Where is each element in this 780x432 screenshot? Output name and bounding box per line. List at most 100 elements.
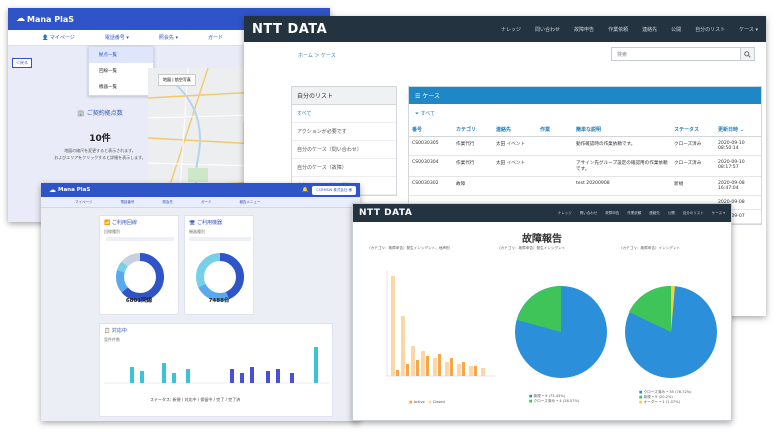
cloud-logo-icon: ☁ xyxy=(16,14,25,24)
nav-item-report[interactable]: 報告メニュー xyxy=(239,200,260,205)
menu-work[interactable]: 作業依頼 xyxy=(627,211,641,216)
col-number[interactable]: 番号 xyxy=(409,123,453,137)
ntt-logo: NTT DATA xyxy=(252,21,328,37)
dropdown-item-sites[interactable]: 拠点一覧 xyxy=(89,47,153,63)
nav-item-mypage[interactable]: 👤 マイページ xyxy=(42,34,75,41)
manaplas-logo: Mana PlaS xyxy=(58,187,91,193)
mylist-item-inquiry[interactable]: 自分のケース（問い合わせ） xyxy=(292,141,396,159)
search-icon[interactable] xyxy=(740,48,754,60)
menu-failure[interactable]: 故障申告 xyxy=(574,26,594,33)
chart1-title: 〈カテゴリ：故障申告〉発生インシデント、地声別 xyxy=(367,246,450,250)
menu-contact[interactable]: 連絡先 xyxy=(649,211,660,216)
search-input[interactable]: 検索 xyxy=(611,47,755,61)
mylist-panel: 自分のリスト すべて アクションが必要です 自分のケース（問い合わせ） 自分のケ… xyxy=(291,86,397,196)
chart3-title: 〈カテゴリ：故障申告〉インシデント xyxy=(619,246,681,250)
col-updated[interactable]: 更新日時 ⌄ xyxy=(715,123,761,137)
status-new: 新規 xyxy=(172,397,181,402)
cell-category: 作業代行 xyxy=(453,136,493,156)
menu-public[interactable]: 公開 xyxy=(668,211,675,216)
status-label: ステータス xyxy=(150,397,170,402)
filter-row[interactable]: ⏷ すべて xyxy=(409,104,761,123)
nav-item-guard[interactable]: ガード xyxy=(201,200,212,205)
user-badge[interactable]: CCRMSW 株式会社 様 xyxy=(312,185,356,195)
dropdown-item-lines[interactable]: 回線一覧 xyxy=(89,63,153,79)
status-done: 完了 xyxy=(216,397,225,402)
menu-case[interactable]: ケース ▾ xyxy=(712,211,725,216)
map-type-toggle[interactable]: 地図 | 航空写真 xyxy=(158,74,196,86)
menu-work[interactable]: 作業依頼 xyxy=(608,26,628,33)
ntt-menu: ナレッジ 問い合わせ 故障申告 作業依頼 連絡先 公開 自分のリスト ケース ▾ xyxy=(501,16,758,42)
mylist-item-failure[interactable]: 自分のケース（故障） xyxy=(292,159,396,177)
menu-inquiry[interactable]: 問い合わせ xyxy=(580,211,598,216)
menu-mylist[interactable]: 自分のリスト xyxy=(683,211,704,216)
chart1-bars xyxy=(386,271,495,377)
nav-item-contact[interactable]: 照会先 xyxy=(162,200,173,205)
devices-card-title: 🖥 ご利用機器 xyxy=(189,220,222,226)
chart2-legend: ■ 新規 • 9 (73.43%) ■ クローズ済み • 4 (26.57%) xyxy=(529,394,580,403)
ntt-report-window: NTT DATA ナレッジ 問い合わせ 故障申告 作業依頼 連絡先 公開 自分の… xyxy=(352,203,732,421)
cell-work xyxy=(537,176,573,196)
menu-failure[interactable]: 故障申告 xyxy=(605,211,619,216)
status-in-progress: 対応中 xyxy=(184,397,197,402)
contract-note: 地図の縮尺を変更すると表示されます。 xyxy=(64,148,136,153)
chart2-pie xyxy=(515,286,607,378)
cell-contact: 太田 イベント xyxy=(493,155,537,177)
col-category[interactable]: カテゴリ xyxy=(453,123,493,137)
menu-public[interactable]: 公開 xyxy=(671,26,681,33)
menu-knowledge[interactable]: ナレッジ xyxy=(558,211,572,216)
chart3-pie xyxy=(625,285,717,378)
menu-inquiry[interactable]: 問い合わせ xyxy=(535,26,560,33)
composite-screenshot: ☁ Mana PlaS 👤 マイページ 電話番号 ▾ 照会先 ▾ ガード ＜戻る… xyxy=(0,0,780,432)
open-cases-card: 📋 対応中 案件件数 ステータス: 新規 / 対応中 / 保留中 / 完了 / … xyxy=(99,323,333,417)
case-header: ☰ ケース xyxy=(409,87,761,104)
table-row[interactable]: CS0030305 作業代行 太田 イベント 動作確認時の作業依頼です。 クローズ済み 2… xyxy=(409,136,761,156)
nav-item-guard[interactable]: ガード xyxy=(208,34,223,41)
nav-item-contact[interactable]: 照会先 ▾ xyxy=(159,34,178,41)
bell-icon[interactable]: 🔔 xyxy=(302,187,308,193)
menu-case[interactable]: ケース ▾ xyxy=(739,26,758,33)
mylist-item-action[interactable]: アクションが必要です xyxy=(292,123,396,141)
open-cases-bars xyxy=(104,347,330,384)
table-row[interactable]: CS0030304 作業代行 太田 イベント アサイン先グループ設定の確認用の作業依頼… xyxy=(409,155,761,177)
contract-label: 🏢 ご契約拠点数 xyxy=(77,110,123,117)
cell-number[interactable]: CS0030305 xyxy=(409,136,453,156)
cell-number[interactable]: CS0030304 xyxy=(409,155,453,177)
menu-mylist[interactable]: 自分のリスト xyxy=(695,26,725,33)
nav-item-phone[interactable]: 電話番号 ▾ xyxy=(105,34,129,41)
table-row[interactable]: CS0030302 故障 test 20200908 新規 2020-09-08 16:… xyxy=(409,176,761,196)
nav-item-phone[interactable]: 電話番号 xyxy=(120,200,134,205)
status-pending: 保留中 xyxy=(200,397,213,402)
manaplas-logo: Mana PlaS xyxy=(27,14,75,24)
ntt-logo: NTT DATA xyxy=(359,208,413,218)
report-title: 故障報告 xyxy=(522,234,562,245)
cell-updated: 2020-09-10 08:17:57 xyxy=(715,155,761,177)
cell-description: 動作確認時の作業依頼です。 xyxy=(573,136,671,156)
contract-count: 10件 xyxy=(89,134,111,144)
nav-item-mypage[interactable]: マイページ xyxy=(75,200,92,205)
mylist-item-all[interactable]: すべて xyxy=(292,105,396,123)
col-description[interactable]: 簡単な説明 xyxy=(573,123,671,137)
col-status[interactable]: ステータス xyxy=(671,123,715,137)
mylist-title: 自分のリスト xyxy=(292,87,396,105)
cell-number[interactable]: CS0030302 xyxy=(409,176,453,196)
cell-contact xyxy=(493,176,537,196)
col-contact[interactable]: 連絡先 xyxy=(493,123,537,137)
back-button[interactable]: ＜戻る xyxy=(12,58,32,68)
menu-contact[interactable]: 連絡先 xyxy=(642,26,657,33)
contract-panel: 🏢 ご契約拠点数 10件 地図の縮尺を変更すると表示されます。 およびエリアをク… xyxy=(52,108,148,161)
status-legend: ステータス: 新規 / 対応中 / 保留中 / 完了 / 完了済 xyxy=(150,397,241,402)
cell-description: アサイン先グループ設定の確認用の作業依頼です。 xyxy=(573,155,671,177)
cell-status: クローズ済み xyxy=(671,155,715,177)
dropdown-item-devices[interactable]: 機器一覧 xyxy=(89,79,153,95)
cell-category: 故障 xyxy=(453,176,493,196)
list-icon: ☰ xyxy=(415,93,421,100)
chart1-legend: ■ Active ■ Closed xyxy=(409,400,445,404)
cell-work xyxy=(537,155,573,177)
dashboard-nav: マイページ 電話番号 照会先 ガード 報告メニュー xyxy=(41,197,360,208)
cell-updated: 2020-09-10 08:50:14 xyxy=(715,136,761,156)
col-work[interactable]: 作業 xyxy=(537,123,573,137)
breadcrumb[interactable]: ホーム ＞ ケース xyxy=(298,52,336,59)
open-cases-title: 📋 対応中 xyxy=(104,328,127,334)
menu-knowledge[interactable]: ナレッジ xyxy=(501,26,521,33)
cloud-logo-icon: ☁ xyxy=(49,186,56,194)
